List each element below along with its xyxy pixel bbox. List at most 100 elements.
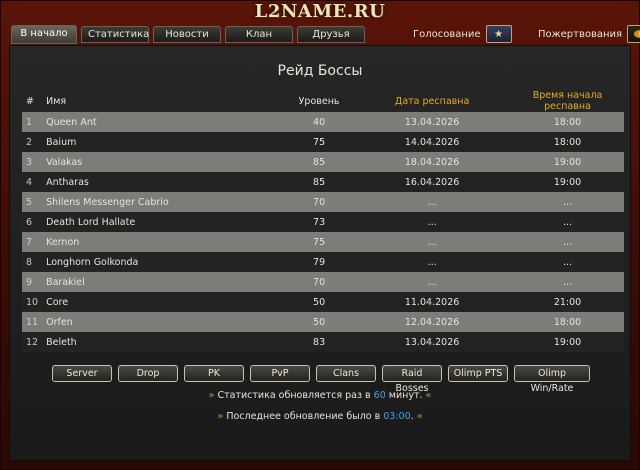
boss-name: Death Lord Hallate — [42, 212, 286, 232]
respawn-time: ... — [511, 192, 624, 212]
last-update-info: » Последнее обновление было в 03:00. « — [10, 411, 630, 422]
row-num: 7 — [22, 232, 43, 252]
donate-label: Пожертвования — [538, 28, 623, 40]
table-row: 8 Longhorn Golkonda 79 ... ... — [22, 252, 624, 272]
update-prefix: Статистика обновляется раз в — [217, 390, 371, 401]
boss-level: 50 — [285, 292, 354, 312]
row-num: 2 — [22, 132, 43, 152]
vote-label: Голосование — [413, 28, 481, 40]
table-row: 5 Shilens Messenger Cabrio 70 ... ... — [22, 192, 624, 212]
respawn-date: 18.04.2026 — [353, 152, 512, 172]
row-num: 4 — [22, 172, 43, 192]
boss-name: Baium — [42, 132, 286, 152]
col-level: Уровень — [298, 95, 340, 107]
drop-button[interactable]: Drop — [118, 365, 178, 382]
coins-icon[interactable] — [627, 25, 640, 43]
respawn-time: 19:00 — [511, 332, 624, 352]
row-num: 6 — [22, 212, 43, 232]
boss-level: 75 — [285, 232, 354, 252]
col-num: # — [26, 95, 34, 107]
boss-name: Beleth — [42, 332, 286, 352]
row-num: 8 — [22, 252, 43, 272]
pvp-button[interactable]: PvP — [250, 365, 310, 382]
respawn-time: ... — [511, 252, 624, 272]
tab-news[interactable]: Новости — [153, 26, 221, 43]
boss-name: Valakas — [42, 152, 286, 172]
update-interval-value: 60 — [373, 390, 386, 401]
respawn-time: 18:00 — [511, 312, 624, 332]
update-suffix: минут. — [388, 390, 423, 401]
col-name: Имя — [46, 95, 67, 107]
marker-open: » — [217, 411, 224, 422]
tab-clan[interactable]: Клан — [225, 26, 293, 43]
vote-link[interactable]: Голосование ★ — [413, 25, 512, 43]
pk-button[interactable]: PK — [184, 365, 244, 382]
marker-open: » — [208, 390, 215, 401]
table-row: 2 Baium 75 14.04.2026 18:00 — [22, 132, 624, 152]
respawn-date: ... — [353, 192, 512, 212]
last-update-value: 03:00 — [383, 411, 411, 422]
last-update-prefix: Последнее обновление было в — [226, 411, 381, 422]
table-header-row: # Имя Уровень Дата респавна Время начала… — [22, 90, 624, 112]
respawn-date: 13.04.2026 — [353, 112, 512, 132]
page-title: Рейд Боссы — [277, 63, 363, 79]
server-button[interactable]: Server — [52, 365, 112, 382]
vote-badge-icon[interactable]: ★ — [485, 25, 512, 43]
boss-level: 73 — [285, 212, 354, 232]
boss-level: 85 — [285, 152, 354, 172]
main-nav: В начало Статистика Новости Клан Друзья — [11, 25, 365, 45]
respawn-date: 11.04.2026 — [353, 292, 512, 312]
respawn-date: 14.04.2026 — [353, 132, 512, 152]
site-logo[interactable]: L2NAME.RU — [1, 1, 639, 23]
table-row: 6 Death Lord Hallate 73 ... ... — [22, 212, 624, 232]
boss-level: 79 — [285, 252, 354, 272]
boss-level: 83 — [285, 332, 354, 352]
window-frame: L2NAME.RU В начало Статистика Новости Кл… — [0, 0, 640, 470]
table-row: 4 Antharas 85 16.04.2026 19:00 — [22, 172, 624, 192]
table-row: 10 Core 50 11.04.2026 21:00 — [22, 292, 624, 312]
respawn-date: 12.04.2026 — [353, 312, 512, 332]
olimp-winrate-button[interactable]: Olimp Win/Rate — [514, 365, 590, 394]
clans-button[interactable]: Clans — [316, 365, 376, 382]
row-num: 9 — [22, 272, 43, 292]
raid-boss-table: # Имя Уровень Дата респавна Время начала… — [22, 90, 624, 352]
row-num: 5 — [22, 192, 43, 212]
tab-statistics[interactable]: Статистика — [81, 26, 149, 43]
olimp-pts-button[interactable]: Olimp PTS — [448, 365, 508, 382]
table-row: 9 Barakiel 70 ... ... — [22, 272, 624, 292]
boss-name: Barakiel — [42, 272, 286, 292]
table-body: 1 Queen Ant 40 13.04.2026 18:00 2 Baium … — [22, 112, 624, 352]
last-update-suffix: . — [410, 411, 414, 422]
table-row: 1 Queen Ant 40 13.04.2026 18:00 — [22, 112, 624, 132]
col-respawn-date: Дата респавна — [394, 95, 470, 107]
boss-name: Core — [42, 292, 286, 312]
boss-name: Queen Ant — [42, 112, 286, 132]
update-interval-info: » Статистика обновляется раз в 60 минут.… — [10, 390, 630, 401]
row-num: 12 — [22, 332, 43, 352]
content-panel: Рейд Боссы # Имя Уровень Дата респавна В… — [9, 45, 631, 461]
respawn-time: 19:00 — [511, 152, 624, 172]
boss-level: 70 — [285, 272, 354, 292]
boss-level: 70 — [285, 192, 354, 212]
table-row: 12 Beleth 83 13.04.2026 19:00 — [22, 332, 624, 352]
row-num: 10 — [22, 292, 43, 312]
respawn-date: ... — [353, 272, 512, 292]
boss-name: Kernon — [42, 232, 286, 252]
boss-name: Orfen — [42, 312, 286, 332]
donate-link[interactable]: Пожертвования — [538, 25, 640, 43]
tab-friends[interactable]: Друзья — [297, 26, 365, 43]
tab-home[interactable]: В начало — [11, 25, 77, 44]
respawn-time: ... — [511, 232, 624, 252]
marker-close: « — [425, 390, 432, 401]
respawn-time: 18:00 — [511, 132, 624, 152]
raid-bosses-button[interactable]: Raid Bosses — [382, 365, 442, 394]
boss-level: 40 — [285, 112, 354, 132]
respawn-date: 16.04.2026 — [353, 172, 512, 192]
respawn-time: 18:00 — [511, 112, 624, 132]
row-num: 3 — [22, 152, 43, 172]
col-respawn-start: Время начала респавна — [532, 90, 603, 112]
respawn-time: ... — [511, 272, 624, 292]
respawn-time: 21:00 — [511, 292, 624, 312]
respawn-time: 19:00 — [511, 172, 624, 192]
boss-level: 85 — [285, 172, 354, 192]
